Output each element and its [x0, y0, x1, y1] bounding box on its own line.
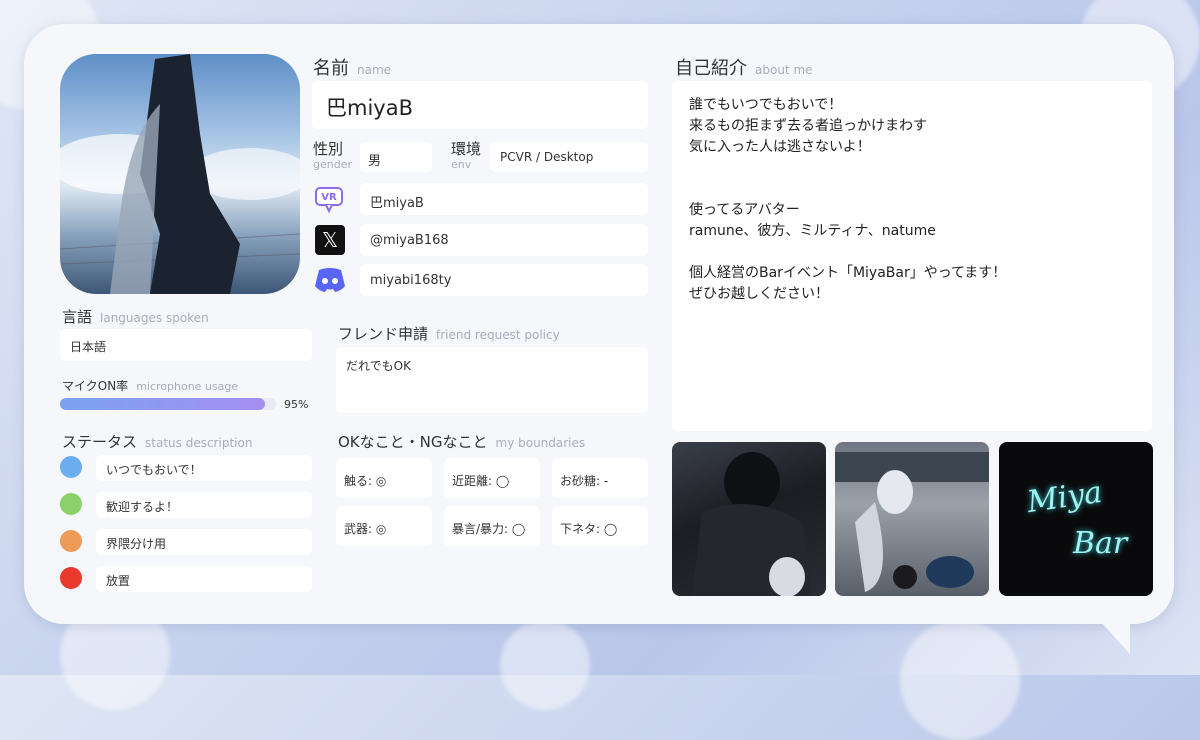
languages-label: 言語 languages spoken: [62, 306, 209, 327]
vrchat-id: 巴miyaB: [370, 196, 424, 211]
mic-percent: 95%: [284, 398, 309, 411]
boundaries-sub-label: my boundaries: [495, 436, 586, 450]
boundary-item: 武器: ◎: [336, 506, 432, 546]
boundary-item: 下ネタ: ◯: [552, 506, 648, 546]
mic-usage-fill: [60, 398, 266, 410]
status-dot-orange: [60, 530, 82, 552]
name-label: 名前 name: [313, 54, 391, 80]
miyabar-logo-image: Miya Bar: [999, 442, 1153, 596]
boundary-item-text: お砂糖: -: [560, 474, 609, 488]
gender-label: 性別 gender: [313, 141, 352, 173]
about-label: 自己紹介 about me: [675, 54, 813, 80]
about-sub-label: about me: [755, 63, 813, 77]
boundary-item: 触る: ◎: [336, 458, 432, 498]
boundary-item-text: 武器: ◎: [344, 522, 387, 536]
mic-sub-label: microphone usage: [136, 380, 239, 393]
name-value: 巴miyaB: [326, 96, 413, 120]
friend-request-label: フレンド申請 friend request policy: [338, 323, 560, 344]
gallery-image-1: [672, 442, 826, 596]
status-item: 界隈分け用: [96, 529, 312, 555]
status-item-text: 界隈分け用: [106, 537, 167, 551]
logo-line-2: Bar: [1073, 526, 1128, 561]
discord-id: miyabi168ty: [370, 273, 452, 288]
boundaries-label-text: OKなこと・NGなこと: [338, 433, 488, 451]
discord-field: miyabi168ty: [360, 264, 648, 296]
languages-value: 日本語: [70, 340, 107, 354]
status-dot-green: [60, 493, 82, 515]
env-field: PCVR / Desktop: [490, 142, 648, 172]
gallery-image-2: [835, 442, 989, 596]
boundary-item: 近距離: ◯: [444, 458, 540, 498]
status-label-text: ステータス: [62, 433, 138, 451]
vrchat-field: 巴miyaB: [360, 183, 648, 215]
profile-photo: [60, 54, 300, 294]
status-label: ステータス status description: [62, 431, 252, 452]
friend-sub-label: friend request policy: [436, 328, 560, 342]
boundary-item-text: 近距離: ◯: [452, 474, 510, 488]
status-dot-blue: [60, 456, 82, 478]
status-item-text: いつでもおいで！: [106, 463, 202, 477]
env-value: PCVR / Desktop: [500, 150, 594, 164]
status-item: いつでもおいで！: [96, 455, 312, 481]
about-label-text: 自己紹介: [675, 58, 747, 79]
status-item-text: 放置: [106, 574, 131, 588]
boundaries-label: OKなこと・NGなこと my boundaries: [338, 431, 585, 452]
name-field: 巴miyaB: [312, 81, 648, 129]
env-sub-label: env: [451, 158, 472, 171]
status-dot-red: [60, 567, 82, 589]
bokeh-decoration: [900, 620, 1020, 740]
languages-sub-label: languages spoken: [100, 311, 209, 325]
gender-label-text: 性別: [313, 140, 344, 158]
friend-request-field: だれでもOK: [336, 347, 648, 413]
svg-text:VR: VR: [321, 192, 337, 203]
env-label-text: 環境: [451, 140, 482, 158]
vrchat-icon: VR: [314, 184, 344, 214]
x-icon: 𝕏: [315, 225, 345, 255]
mic-label: マイクON率 microphone usage: [62, 377, 238, 394]
mic-usage-bar: [60, 398, 276, 410]
languages-field: 日本語: [60, 329, 312, 361]
status-item-text: 歓迎するよ！: [106, 500, 179, 514]
boundary-item-text: 暴言/暴力: ◯: [452, 522, 526, 536]
status-item: 放置: [96, 566, 312, 592]
about-text: 誰でもいつでもおいで！ 来るもの拒まず去る者追っかけまわす 気に入った人は逃さな…: [689, 97, 1007, 302]
x-handle: @miyaB168: [370, 233, 449, 248]
gender-sub-label: gender: [313, 158, 352, 171]
name-sub-label: name: [357, 63, 392, 77]
boundary-item: 暴言/暴力: ◯: [444, 506, 540, 546]
boundary-item: お砂糖: -: [552, 458, 648, 498]
friend-request-value: だれでもOK: [346, 359, 411, 373]
speech-tail: [1090, 610, 1130, 654]
gender-field: 男: [360, 142, 432, 172]
x-field: @miyaB168: [360, 224, 648, 256]
boundary-item-text: 触る: ◎: [344, 474, 387, 488]
name-label-text: 名前: [313, 58, 349, 79]
about-field: 誰でもいつでもおいで！ 来るもの拒まず去る者追っかけまわす 気に入った人は逃さな…: [672, 81, 1152, 431]
status-item: 歓迎するよ！: [96, 492, 312, 518]
env-label: 環境 env: [451, 141, 481, 173]
gender-value: 男: [368, 154, 382, 169]
avatar-figure: [60, 54, 300, 294]
languages-label-text: 言語: [62, 308, 93, 326]
logo-line-1: Miya: [1024, 474, 1105, 521]
boundary-item-text: 下ネタ: ◯: [560, 522, 618, 536]
mic-label-text: マイクON率: [62, 379, 129, 393]
discord-icon: [313, 266, 347, 294]
status-sub-label: status description: [145, 436, 253, 450]
friend-label-text: フレンド申請: [338, 325, 429, 343]
bokeh-decoration: [500, 620, 590, 710]
